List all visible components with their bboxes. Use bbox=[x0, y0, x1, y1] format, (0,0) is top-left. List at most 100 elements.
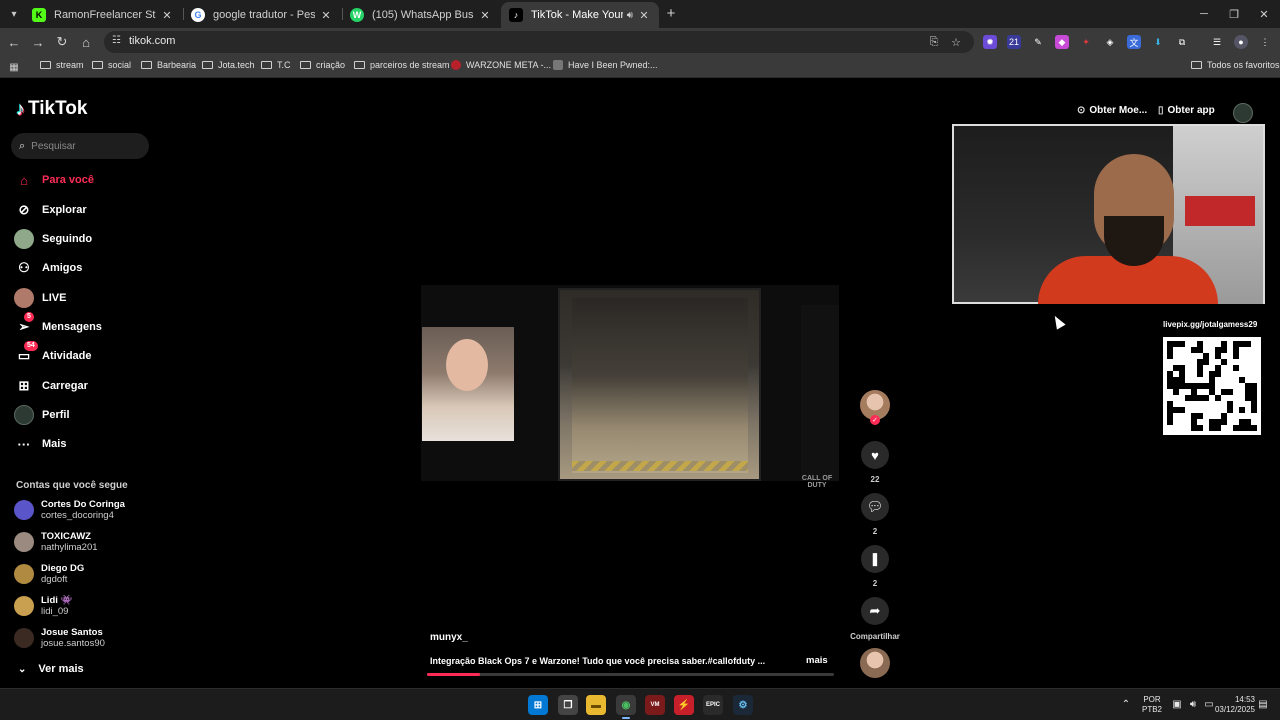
extension-icon[interactable]: ✦ bbox=[1079, 35, 1093, 49]
bookmark-link[interactable]: WARZONE META -... bbox=[451, 60, 551, 70]
browser-toolbar: ← → ↻ ⌂ ☷ tikok.com ⎘ ☆ ✹ 21 ✎ ◆ ✦ ◈ 文 ⬇… bbox=[0, 28, 1280, 56]
follow-plus-icon[interactable]: ✓ bbox=[870, 415, 880, 425]
steam-icon[interactable]: ⚙ bbox=[733, 695, 753, 715]
get-app-label: Obter app bbox=[1167, 105, 1215, 116]
nav-friends[interactable]: ⚇ Amigos bbox=[14, 257, 82, 279]
music-disc[interactable] bbox=[860, 648, 890, 678]
nav-activity[interactable]: ▭ 54 Atividade bbox=[14, 341, 92, 367]
video-description: Integração Black Ops 7 e Warzone! Tudo q… bbox=[430, 656, 766, 666]
nav-following[interactable]: Seguindo bbox=[14, 228, 92, 250]
restore-icon[interactable]: ❐ bbox=[1226, 6, 1242, 22]
install-app-icon[interactable]: ⎘ bbox=[926, 34, 942, 50]
extension-icon[interactable]: ✹ bbox=[983, 35, 997, 49]
tab-search-chevron-icon[interactable]: ▾ bbox=[6, 6, 22, 22]
nav-live[interactable]: LIVE bbox=[14, 287, 66, 309]
nav-for-you[interactable]: ⌂ Para você bbox=[14, 169, 94, 191]
following-account[interactable]: Cortes Do Coringa cortes_docoring4 bbox=[14, 497, 125, 523]
menu-icon[interactable]: ⋮ bbox=[1258, 35, 1272, 49]
get-app-link[interactable]: ▯ Obter app bbox=[1158, 105, 1215, 116]
close-window-icon[interactable]: ✕ bbox=[1256, 6, 1272, 22]
save-button[interactable]: ❚ 2 bbox=[860, 545, 890, 588]
nav-more[interactable]: ··· Mais bbox=[14, 433, 67, 455]
bookmark-folder[interactable]: Barbearia bbox=[141, 60, 196, 70]
close-icon[interactable]: ✕ bbox=[478, 8, 492, 22]
video-player[interactable]: CALL OF DUTY bbox=[421, 285, 839, 489]
network-icon[interactable]: ▣ bbox=[1171, 698, 1183, 710]
notification-icon[interactable]: ▤ bbox=[1257, 698, 1269, 710]
bookmark-link[interactable]: Have I Been Pwned:... bbox=[553, 60, 658, 70]
nav-messages[interactable]: ➢ 5 Mensagens bbox=[14, 312, 102, 338]
account-handle: lidi_09 bbox=[41, 606, 69, 617]
nav-upload[interactable]: ⊞ Carregar bbox=[14, 375, 88, 397]
pen-icon[interactable]: ✎ bbox=[1031, 35, 1045, 49]
home-icon[interactable]: ⌂ bbox=[78, 34, 94, 50]
reading-list-icon[interactable]: ☰ bbox=[1210, 35, 1224, 49]
search-box[interactable]: ⌕ bbox=[11, 133, 149, 159]
volume-icon[interactable]: 🔊︎ bbox=[1187, 698, 1199, 710]
close-icon[interactable]: ✕ bbox=[319, 8, 333, 22]
windows-start-icon[interactable]: ⊞ bbox=[528, 695, 548, 715]
bookmark-folder[interactable]: social bbox=[92, 60, 131, 70]
translate-icon[interactable]: 文 bbox=[1127, 35, 1141, 49]
epic-games-icon[interactable]: EPIC bbox=[703, 695, 723, 715]
url-text[interactable]: tikok.com bbox=[129, 35, 175, 47]
see-more-button[interactable]: ⌄ Ver mais bbox=[18, 663, 84, 675]
task-view-icon[interactable]: ❐ bbox=[558, 695, 578, 715]
all-bookmarks-folder[interactable]: Todos os favoritos bbox=[1191, 60, 1280, 70]
like-button[interactable]: ♥ 22 bbox=[860, 441, 890, 484]
video-author[interactable]: munyx_ bbox=[430, 632, 468, 643]
minimize-icon[interactable]: ─ bbox=[1196, 6, 1212, 22]
bookmark-label: criação bbox=[316, 60, 346, 70]
bookmark-folder[interactable]: parceiros de stream bbox=[354, 60, 450, 70]
apps-grid-icon[interactable]: ▦ bbox=[8, 61, 20, 73]
following-account[interactable]: TOXICAWZ nathylima201 bbox=[14, 529, 98, 555]
search-input[interactable] bbox=[31, 140, 132, 152]
file-explorer-icon[interactable]: ▬ bbox=[586, 695, 606, 715]
tray-chevron-up-icon[interactable]: ⌃ bbox=[1120, 698, 1132, 710]
tab-tiktok[interactable]: ♪ TikTok - Make Your Day 🔊︎ ✕ bbox=[501, 2, 659, 28]
extension-icon[interactable]: ⬇ bbox=[1151, 35, 1165, 49]
nav-explore[interactable]: ⊘ Explorar bbox=[14, 199, 87, 221]
share-label: Compartilhar bbox=[850, 632, 900, 641]
comment-button[interactable]: 💬︎ 2 bbox=[860, 493, 890, 536]
more-link[interactable]: mais bbox=[806, 655, 828, 666]
share-button[interactable]: ➦ bbox=[860, 597, 890, 625]
user-avatar[interactable] bbox=[1233, 103, 1253, 123]
following-account[interactable]: Diego DG dgdoft bbox=[14, 561, 84, 587]
voicemeeter-icon[interactable]: VM bbox=[645, 695, 665, 715]
extension-badge-icon[interactable]: 21 bbox=[1007, 35, 1021, 49]
site-info-icon[interactable]: ☷ bbox=[112, 35, 121, 46]
bookmark-star-icon[interactable]: ☆ bbox=[948, 34, 964, 50]
close-icon[interactable]: ✕ bbox=[160, 8, 174, 22]
profile-icon[interactable]: ● bbox=[1234, 35, 1248, 49]
browser-tab-bar: ▾ K RamonFreelancer Stream - Wat ✕ G goo… bbox=[0, 0, 1280, 28]
bookmark-folder[interactable]: T.C bbox=[261, 60, 291, 70]
following-account[interactable]: Josue Santos josue.santos90 bbox=[14, 625, 105, 651]
tiktok-logo[interactable]: ♪ TikTok bbox=[16, 98, 87, 120]
address-bar[interactable]: ☷ tikok.com ⎘ ☆ bbox=[104, 31, 974, 53]
language-indicator[interactable]: POR PTB2 bbox=[1140, 695, 1164, 715]
extension-icon[interactable]: ◈ bbox=[1103, 35, 1117, 49]
speaker-icon[interactable]: 🔊︎ bbox=[627, 10, 633, 21]
flash-app-icon[interactable]: ⚡ bbox=[674, 695, 694, 715]
extension-icon[interactable]: ◆ bbox=[1055, 35, 1069, 49]
clock[interactable]: 14:53 03/12/2025 bbox=[1205, 695, 1255, 715]
messages-badge: 5 bbox=[24, 312, 34, 322]
bookmark-folder[interactable]: criação bbox=[300, 60, 345, 70]
tab-ramonfreelancer[interactable]: K RamonFreelancer Stream - Wat ✕ bbox=[24, 2, 182, 28]
new-tab-button[interactable]: + bbox=[663, 5, 679, 22]
back-icon[interactable]: ← bbox=[6, 34, 22, 50]
get-coins-link[interactable]: ⊙ Obter Moe... bbox=[1077, 105, 1147, 116]
bookmark-folder[interactable]: stream bbox=[40, 60, 84, 70]
close-icon[interactable]: ✕ bbox=[637, 8, 651, 22]
reload-icon[interactable]: ↻ bbox=[54, 34, 70, 50]
tab-whatsapp[interactable]: W (105) WhatsApp Business ✕ bbox=[342, 2, 500, 28]
tab-google-tradutor[interactable]: G google tradutor - Pesquisa Goo ✕ bbox=[183, 2, 341, 28]
following-account[interactable]: Lidi 👾 lidi_09 bbox=[14, 593, 72, 619]
bookmark-folder[interactable]: Jota.tech bbox=[202, 60, 255, 70]
nav-profile[interactable]: Perfil bbox=[14, 404, 70, 426]
extensions-puzzle-icon[interactable]: ⧉ bbox=[1175, 35, 1189, 49]
forward-icon[interactable]: → bbox=[30, 34, 46, 50]
chrome-icon[interactable]: ◉ bbox=[616, 695, 636, 715]
video-progress-bar[interactable] bbox=[427, 673, 834, 676]
